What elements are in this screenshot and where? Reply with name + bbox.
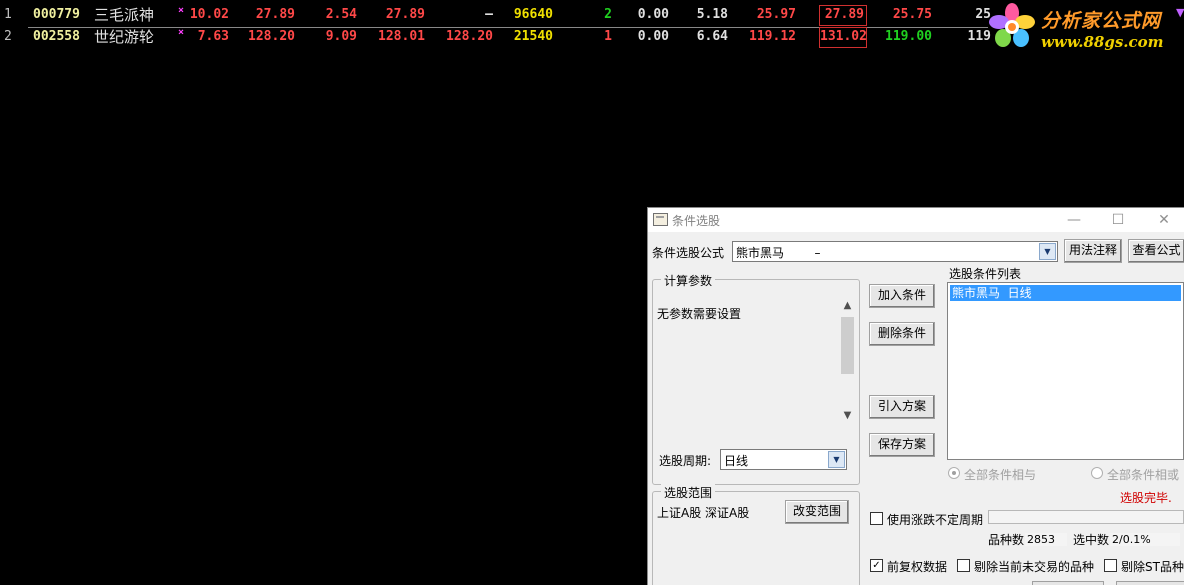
mark-icon: ×	[178, 27, 185, 38]
quote-cell: 2.54	[325, 7, 357, 22]
quote-cell: 6.64	[696, 29, 728, 44]
radio-and[interactable]	[948, 467, 960, 479]
condition-list[interactable]: 熊市黑马 日线	[947, 282, 1184, 460]
status-text: 选股完毕.	[1120, 491, 1172, 505]
quote-cell: 25.75	[892, 7, 932, 22]
add-condition-button[interactable]: 加入条件	[869, 284, 935, 308]
quote-cell: 2	[604, 7, 612, 22]
list-item[interactable]: 熊市黑马 日线	[950, 285, 1181, 301]
exclude-untraded-checkbox[interactable]	[957, 559, 970, 572]
exclude-st-label: 剔除ST品种	[1121, 560, 1184, 574]
stock-code: 000779	[33, 7, 80, 22]
dialog-title: 条件选股	[672, 214, 721, 228]
calc-params-group: 计算参数 无参数需要设置 ▲ ▼ 选股周期: 日线 ▼	[652, 272, 860, 485]
quote-cell: 119.12	[749, 29, 796, 44]
count-value: 2853	[1025, 533, 1067, 546]
scroll-thumb[interactable]	[841, 317, 854, 374]
quote-cell: 9.09	[325, 29, 357, 44]
quote-cell: 128.20	[248, 29, 295, 44]
forward-adjust-checkbox[interactable]: ✓	[870, 559, 883, 572]
quote-cell: 1	[604, 29, 612, 44]
flower-logo-icon	[989, 3, 1035, 47]
change-range-button[interactable]: 改变范围	[785, 500, 849, 524]
range-value: 上证A股 深证A股	[657, 506, 750, 520]
selected-label: 选中数	[1073, 533, 1110, 547]
chevron-down-icon[interactable]: ▼	[1039, 243, 1056, 260]
quote-cell: 27.89	[824, 7, 864, 22]
logo-title: 分析家公式网	[1041, 10, 1162, 32]
exclude-untraded-label: 剔除当前未交易的品种	[974, 560, 1095, 574]
row-index: 1	[4, 7, 12, 22]
formula-value: 熊市黑马 –	[736, 246, 821, 260]
usage-notes-button[interactable]: 用法注释	[1064, 239, 1122, 263]
formula-label: 条件选股公式	[652, 246, 725, 260]
minimize-icon[interactable]: —	[1059, 210, 1089, 230]
range-group: 选股范围 上证A股 深证A股 改变范围	[652, 484, 860, 585]
bottom-button[interactable]	[1032, 581, 1104, 585]
window-icon	[653, 213, 668, 226]
quote-cell: –	[485, 7, 493, 22]
stock-name: 世纪游轮	[94, 28, 155, 46]
radio-or-label: 全部条件相或	[1107, 468, 1180, 482]
edge-marker: ▼	[1176, 6, 1184, 19]
scroll-down-icon[interactable]: ▼	[840, 410, 855, 425]
quote-cell: 21540	[513, 29, 553, 44]
stock-name: 三毛派神	[94, 6, 155, 24]
delete-condition-button[interactable]: 删除条件	[869, 322, 935, 346]
quote-cell: 25.97	[756, 7, 796, 22]
save-plan-button[interactable]: 保存方案	[869, 433, 935, 457]
quote-cell: 128.20	[446, 29, 493, 44]
unfixed-period-checkbox[interactable]	[870, 512, 883, 525]
exclude-st-checkbox[interactable]	[1104, 559, 1117, 572]
close-icon[interactable]: ✕	[1149, 210, 1179, 230]
scroll-up-icon[interactable]: ▲	[840, 300, 855, 315]
screen: { "quotes": { "rows": [ { "idx": "1", "c…	[0, 0, 1184, 585]
quote-cell: 131.02	[820, 29, 867, 44]
params-scrollbar[interactable]: ▲ ▼	[840, 300, 855, 425]
quote-cell: 96640	[513, 7, 553, 22]
quote-cell: 5.18	[696, 7, 728, 22]
selected-value: 2/0.1%	[1110, 533, 1180, 546]
unfixed-period-label: 使用涨跌不定周期	[887, 513, 984, 527]
quote-cell: 27.89	[255, 7, 295, 22]
quote-cell: 0.00	[637, 29, 669, 44]
view-formula-button[interactable]: 查看公式	[1128, 239, 1184, 263]
forward-adjust-label: 前复权数据	[887, 560, 948, 574]
progress-bar	[988, 510, 1184, 524]
condition-stock-picker-dialog: 条件选股 — ☐ ✕ 条件选股公式 熊市黑马 – ▼ 用法注释 查看公式 计算参…	[647, 207, 1184, 585]
chevron-down-icon[interactable]: ▼	[828, 451, 845, 468]
range-title: 选股范围	[661, 484, 716, 501]
quote-cell: 119.00	[885, 29, 932, 44]
radio-and-label: 全部条件相与	[964, 468, 1037, 482]
maximize-icon[interactable]: ☐	[1103, 210, 1133, 230]
quote-cell: 7.63	[197, 29, 229, 44]
quote-cell: 128.01	[378, 29, 425, 44]
stock-code: 002558	[33, 29, 80, 44]
period-select[interactable]: 日线 ▼	[720, 449, 847, 470]
title-bar[interactable]: 条件选股 — ☐ ✕	[648, 208, 1184, 232]
mark-icon: ×	[178, 5, 185, 16]
no-params-text: 无参数需要设置	[657, 307, 742, 321]
site-logo: 分析家公式网 www.88gs.com	[985, 0, 1184, 55]
formula-select[interactable]: 熊市黑马 – ▼	[732, 241, 1058, 262]
logo-url: www.88gs.com	[1041, 33, 1164, 51]
radio-or[interactable]	[1091, 467, 1103, 479]
bottom-button[interactable]	[1116, 581, 1184, 585]
count-label: 品种数	[988, 533, 1025, 547]
import-plan-button[interactable]: 引入方案	[869, 395, 935, 419]
period-value: 日线	[724, 454, 749, 468]
quote-cell: 10.02	[189, 7, 229, 22]
period-label: 选股周期:	[659, 454, 712, 468]
condition-list-label: 选股条件列表	[949, 267, 1022, 281]
calc-params-title: 计算参数	[661, 272, 716, 289]
row-index: 2	[4, 29, 12, 44]
quote-cell: 0.00	[637, 7, 669, 22]
quote-cell: 27.89	[385, 7, 425, 22]
